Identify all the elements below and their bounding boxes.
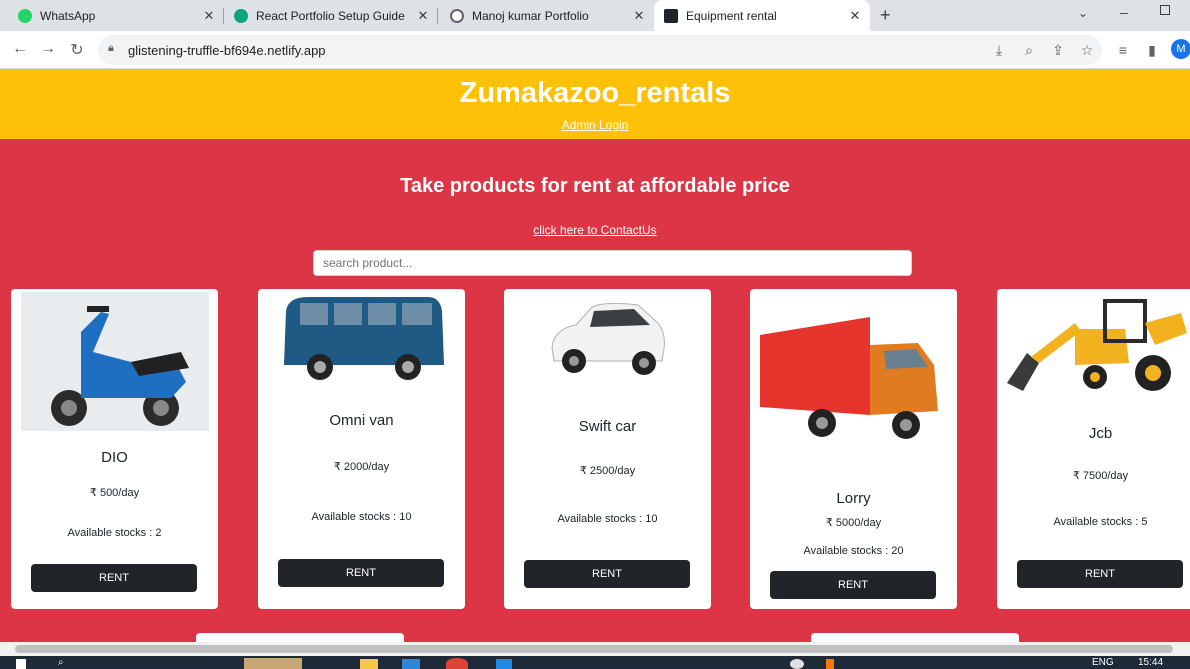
product-price: ₹ 2000/day xyxy=(333,461,390,473)
vscode-icon[interactable] xyxy=(496,659,512,669)
product-price: ₹ 2500/day xyxy=(579,465,636,477)
product-stock: Available stocks : 5 xyxy=(1053,516,1148,528)
product-name: Omni van xyxy=(329,412,394,429)
whatsapp-icon xyxy=(18,8,32,23)
rent-button[interactable]: RENT xyxy=(278,559,444,587)
products-section: Take products for rent at affordable pri… xyxy=(0,139,1190,642)
search-input[interactable] xyxy=(313,250,912,276)
close-icon[interactable]: ✕ xyxy=(632,8,646,24)
product-image-van xyxy=(278,291,448,391)
product-card: Omni van ₹ 2000/day Available stocks : 1… xyxy=(258,289,465,609)
tab-search-chevron-icon[interactable]: ⌄ xyxy=(1078,6,1088,20)
rent-button[interactable]: RENT xyxy=(31,564,197,592)
os-taskbar: ⌕ ENG 15:44 xyxy=(0,656,1190,669)
tab-title: Equipment rental xyxy=(686,8,777,23)
tab-title: React Portfolio Setup Guide xyxy=(256,8,405,23)
url-text[interactable]: glistening-truffle-bf694e.netlify.app xyxy=(128,43,326,58)
admin-login-link[interactable]: Admin Login xyxy=(0,118,1190,132)
rent-button[interactable]: RENT xyxy=(524,560,690,588)
product-card: DIO ₹ 500/day Available stocks : 2 RENT xyxy=(11,289,218,609)
bookmark-star-icon[interactable]: ☆ xyxy=(1078,42,1096,59)
product-price: ₹ 5000/day xyxy=(825,517,882,529)
tab-react-portfolio[interactable]: React Portfolio Setup Guide ✕ xyxy=(224,0,438,31)
chrome-icon[interactable] xyxy=(446,658,468,669)
tab-title: Manoj kumar Portfolio xyxy=(472,8,589,23)
lock-icon: 🔒︎ xyxy=(108,42,114,54)
browser-tab-strip: WhatsApp ✕ React Portfolio Setup Guide ✕… xyxy=(0,0,1190,31)
tray-warning-icon[interactable] xyxy=(826,659,834,669)
tab-title: WhatsApp xyxy=(40,8,96,23)
side-panel-icon[interactable]: ▮ xyxy=(1143,42,1161,59)
product-name: Jcb xyxy=(1088,425,1113,442)
product-card: Swift car ₹ 2500/day Available stocks : … xyxy=(504,289,711,609)
product-name: Swift car xyxy=(578,418,637,435)
close-icon[interactable]: ✕ xyxy=(202,8,216,24)
file-explorer-icon[interactable] xyxy=(360,659,378,669)
windows-start-icon[interactable] xyxy=(16,659,26,669)
clock[interactable]: 15:44 xyxy=(1138,657,1163,668)
tab-whatsapp[interactable]: WhatsApp ✕ xyxy=(0,0,224,31)
product-stock: Available stocks : 10 xyxy=(557,513,658,525)
close-icon[interactable]: ✕ xyxy=(848,8,862,24)
weather-widget-icon[interactable] xyxy=(244,658,302,669)
reload-icon[interactable]: ↻ xyxy=(67,40,87,60)
scrollbar-thumb[interactable] xyxy=(15,645,1173,653)
language-indicator[interactable]: ENG xyxy=(1092,657,1114,668)
product-name: DIO xyxy=(101,449,128,466)
minimize-icon[interactable]: – xyxy=(1120,4,1128,20)
close-icon[interactable]: ✕ xyxy=(416,8,430,24)
restore-icon[interactable] xyxy=(1160,5,1170,15)
product-stock: Available stocks : 20 xyxy=(803,545,904,557)
site-title: Zumakazoo_rentals xyxy=(459,77,731,109)
contact-us-link[interactable]: click here to ContactUs xyxy=(0,223,1190,237)
tab-manoj-portfolio[interactable]: Manoj kumar Portfolio ✕ xyxy=(438,0,654,31)
product-image-truck xyxy=(758,315,948,443)
zoom-icon[interactable]: ⌕ xyxy=(1020,42,1038,59)
install-app-icon[interactable]: ⤓ xyxy=(990,42,1008,59)
rent-button[interactable]: RENT xyxy=(1017,560,1183,588)
tray-icon[interactable] xyxy=(790,659,804,669)
product-price: ₹ 500/day xyxy=(89,487,140,499)
store-icon[interactable] xyxy=(402,659,420,669)
globe-icon xyxy=(450,8,464,23)
share-icon[interactable]: ⇪ xyxy=(1049,42,1067,59)
react-icon xyxy=(664,8,678,23)
product-stock: Available stocks : 10 xyxy=(311,511,412,523)
search-icon[interactable]: ⌕ xyxy=(58,657,64,668)
forward-arrow-icon[interactable]: → xyxy=(38,40,58,58)
product-stock: Available stocks : 2 xyxy=(67,527,162,539)
product-name: Lorry xyxy=(836,490,871,507)
profile-avatar[interactable]: M xyxy=(1171,39,1190,59)
product-image-scooter xyxy=(21,292,209,431)
product-card: Lorry ₹ 5000/day Available stocks : 20 R… xyxy=(750,289,957,609)
product-price: ₹ 7500/day xyxy=(1072,470,1129,482)
new-tab-icon[interactable]: + xyxy=(880,5,891,26)
product-image-backhoe xyxy=(1005,293,1190,399)
address-bar[interactable]: 🔒︎ glistening-truffle-bf694e.netlify.app… xyxy=(98,35,1102,65)
site-header: Zumakazoo_rentals Admin Login xyxy=(0,69,1190,139)
back-arrow-icon[interactable]: ← xyxy=(10,40,30,58)
chatgpt-icon xyxy=(234,8,248,23)
tagline-heading: Take products for rent at affordable pri… xyxy=(400,175,790,197)
product-image-car xyxy=(546,299,670,381)
product-card: Jcb ₹ 7500/day Available stocks : 5 RENT xyxy=(997,289,1190,609)
tab-equipment-rental[interactable]: Equipment rental ✕ xyxy=(654,0,870,31)
rent-button[interactable]: RENT xyxy=(770,571,936,599)
horizontal-scrollbar[interactable] xyxy=(0,642,1190,656)
browser-toolbar: ← → ↻ 🔒︎ glistening-truffle-bf694e.netli… xyxy=(0,31,1190,69)
reading-list-icon[interactable]: ≡ xyxy=(1114,42,1132,58)
